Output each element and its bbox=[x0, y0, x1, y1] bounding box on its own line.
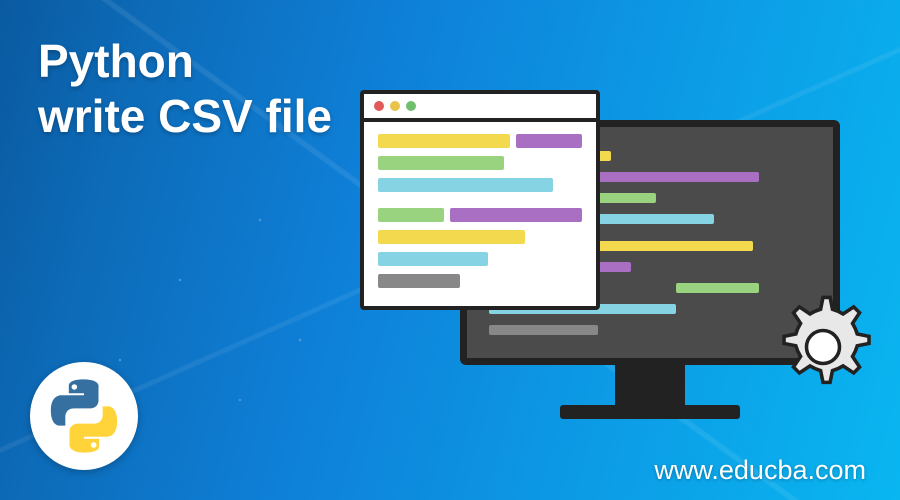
gear-icon bbox=[764, 288, 882, 406]
source-url: www.educba.com bbox=[654, 455, 866, 486]
traffic-light-close-icon bbox=[374, 101, 384, 111]
python-logo-badge bbox=[30, 362, 138, 470]
popup-body bbox=[364, 122, 596, 300]
monitor-base-icon bbox=[560, 405, 740, 419]
popup-titlebar bbox=[364, 94, 596, 122]
banner-container: Python write CSV file bbox=[0, 0, 900, 500]
popup-window-icon bbox=[360, 90, 600, 310]
traffic-light-minimize-icon bbox=[390, 101, 400, 111]
illustration-group bbox=[340, 90, 870, 460]
traffic-light-zoom-icon bbox=[406, 101, 416, 111]
title-line-2: write CSV file bbox=[38, 90, 332, 142]
monitor-stand-icon bbox=[615, 365, 685, 407]
title-line-1: Python bbox=[38, 35, 194, 87]
python-logo-icon bbox=[46, 378, 122, 454]
page-title: Python write CSV file bbox=[38, 34, 332, 144]
